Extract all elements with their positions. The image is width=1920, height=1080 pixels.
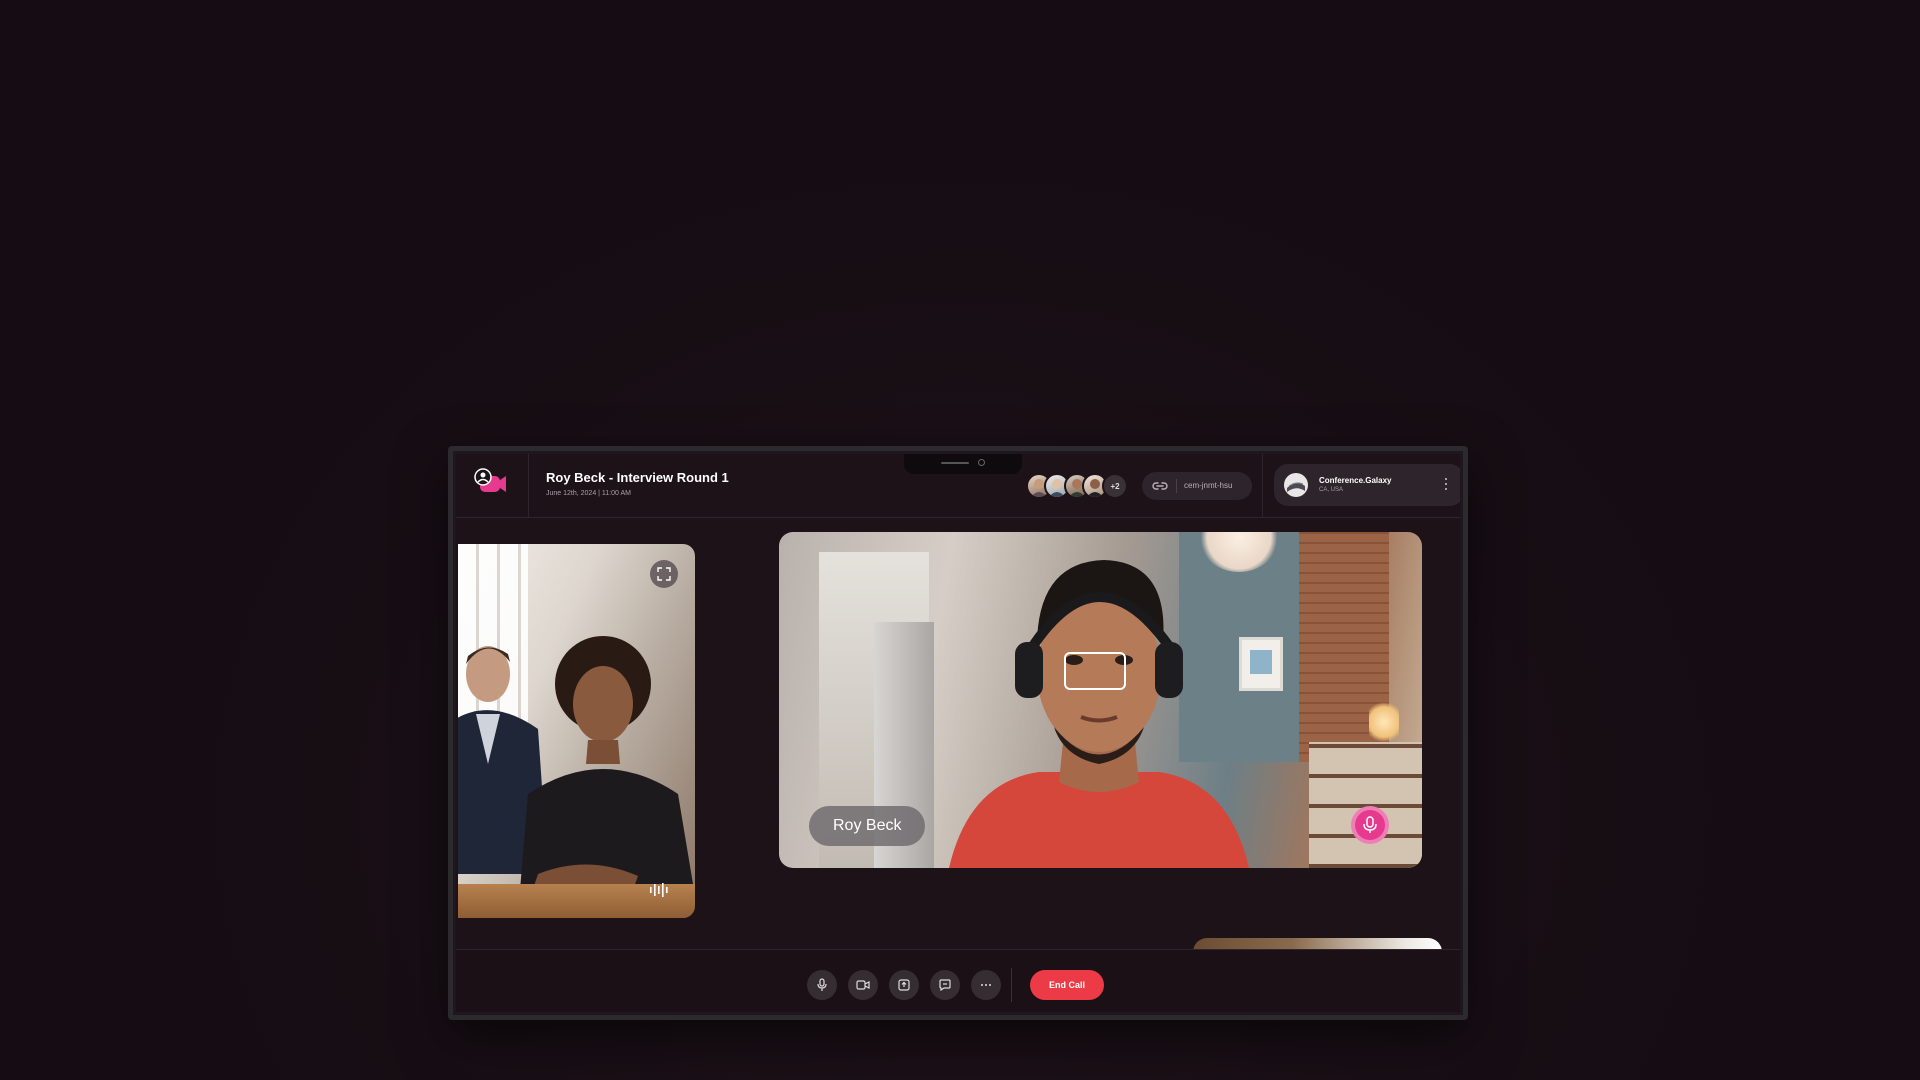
video-person-speaker: [949, 560, 1249, 868]
expand-icon: [657, 567, 671, 581]
app-logo-icon[interactable]: [472, 468, 508, 500]
meeting-link-pill[interactable]: cem-jnmt-hsu: [1142, 472, 1252, 500]
more-participants-badge[interactable]: +2: [1102, 473, 1128, 499]
meeting-title: Roy Beck - Interview Round 1: [546, 470, 729, 485]
main-speaker-video-tile[interactable]: Roy Beck: [779, 532, 1422, 868]
video-background-bookshelf: [1309, 742, 1422, 868]
organization-card[interactable]: Conference.Galaxy CA, USA: [1274, 464, 1460, 506]
more-icon: [981, 984, 991, 986]
camera-button[interactable]: [848, 970, 878, 1000]
end-call-button[interactable]: End Call: [1030, 970, 1104, 1000]
fullscreen-button[interactable]: [650, 560, 678, 588]
microphone-button[interactable]: [807, 970, 837, 1000]
microphone-icon: [817, 978, 827, 991]
logo-divider: [528, 454, 529, 518]
organization-name: Conference.Galaxy: [1319, 476, 1392, 485]
meeting-datetime: June 12th, 2024 | 11:00 AM: [546, 490, 631, 497]
call-screen: Roy Beck - Interview Round 1 June 12th, …: [456, 454, 1460, 1012]
organization-location: CA, USA: [1319, 487, 1344, 493]
org-divider: [1262, 454, 1263, 518]
meeting-code: cem-jnmt-hsu: [1184, 481, 1233, 490]
share-screen-button[interactable]: [889, 970, 919, 1000]
video-background-table-lamp: [1369, 702, 1399, 742]
controls-divider: [1011, 968, 1012, 1002]
microphone-icon: [1363, 816, 1377, 833]
device-frame: Roy Beck - Interview Round 1 June 12th, …: [448, 446, 1468, 1020]
chat-button[interactable]: [930, 970, 960, 1000]
top-bar: Roy Beck - Interview Round 1 June 12th, …: [456, 454, 1460, 518]
call-controls-bar: End Call: [456, 949, 1460, 1012]
video-camera-icon: [856, 980, 870, 990]
audio-level-icon: [650, 883, 668, 897]
link-separator: [1176, 479, 1177, 493]
speaker-mic-active-button[interactable]: [1351, 806, 1389, 844]
link-icon: [1152, 482, 1168, 490]
share-screen-icon: [898, 979, 910, 991]
focus-indicator-box: [1064, 652, 1126, 690]
participant-video-tile[interactable]: [458, 544, 695, 918]
video-person-woman: [518, 636, 695, 914]
chat-icon: [939, 979, 951, 991]
more-button[interactable]: [971, 970, 1001, 1000]
organization-logo-icon: [1284, 473, 1308, 497]
more-options-icon[interactable]: [1444, 478, 1448, 492]
speaker-name-label: Roy Beck: [809, 806, 926, 846]
